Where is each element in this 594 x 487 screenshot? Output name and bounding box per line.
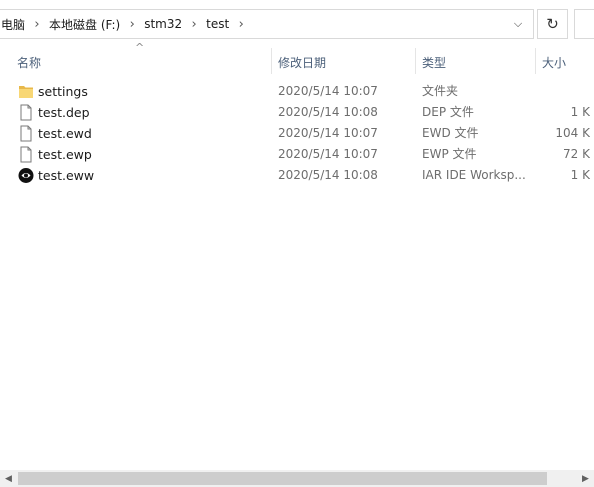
chevron-right-icon[interactable]: › xyxy=(231,17,251,32)
file-size xyxy=(540,81,590,102)
file-name: settings xyxy=(38,84,88,99)
horizontal-scrollbar[interactable]: ◀ ▶ xyxy=(0,470,594,487)
breadcrumb-item-test[interactable]: test xyxy=(204,17,231,31)
file-name: test.ewp xyxy=(38,147,92,162)
chevron-right-icon[interactable]: › xyxy=(184,17,204,32)
file-type: DEP 文件 xyxy=(422,105,474,119)
column-header-name-label: 名称 xyxy=(17,55,42,70)
file-row-test-ewp[interactable]: test.ewp 2020/5/14 10:07 EWP 文件 72 K xyxy=(0,144,594,165)
file-icon xyxy=(20,146,32,163)
chevron-right-icon[interactable]: › xyxy=(27,17,47,32)
file-date: 2020/5/14 10:07 xyxy=(278,126,378,140)
column-header-size-label: 大小 xyxy=(542,55,567,70)
column-header-date-label: 修改日期 xyxy=(278,55,327,70)
refresh-button[interactable]: ↻ xyxy=(537,9,568,39)
column-header-name[interactable]: 名称 xyxy=(17,47,267,77)
column-divider[interactable] xyxy=(271,48,272,74)
search-input[interactable] xyxy=(574,9,594,39)
file-size: 104 K xyxy=(555,126,590,140)
refresh-icon: ↻ xyxy=(546,15,559,33)
chevron-down-icon: ⌵ xyxy=(513,17,523,30)
scrollbar-thumb[interactable] xyxy=(18,472,547,485)
file-type: EWD 文件 xyxy=(422,126,479,140)
breadcrumb-item-stm32[interactable]: stm32 xyxy=(142,17,184,31)
file-date: 2020/5/14 10:08 xyxy=(278,168,378,182)
column-header-type[interactable]: 类型 xyxy=(422,47,532,77)
file-type: 文件夹 xyxy=(422,84,459,98)
scroll-right-icon[interactable]: ▶ xyxy=(577,470,594,487)
column-divider[interactable] xyxy=(415,48,416,74)
column-divider[interactable] xyxy=(535,48,536,74)
file-name: test.eww xyxy=(38,168,95,183)
folder-icon xyxy=(19,86,33,98)
file-icon xyxy=(20,104,32,121)
file-row-settings[interactable]: settings 2020/5/14 10:07 文件夹 xyxy=(0,81,594,102)
column-header-type-label: 类型 xyxy=(422,55,447,70)
address-bar[interactable]: 电脑 › 本地磁盘 (F:) › stm32 › test › ⌵ xyxy=(0,9,534,39)
file-size: 72 K xyxy=(563,147,590,161)
iar-workspace-icon xyxy=(18,168,34,183)
file-row-test-dep[interactable]: test.dep 2020/5/14 10:08 DEP 文件 1 K xyxy=(0,102,594,123)
breadcrumb: 电脑 › 本地磁盘 (F:) › stm32 › test › xyxy=(0,10,251,38)
file-size: 1 K xyxy=(570,168,590,182)
file-type: IAR IDE Worksp... xyxy=(422,168,526,182)
file-date: 2020/5/14 10:07 xyxy=(278,84,378,98)
chevron-right-icon[interactable]: › xyxy=(122,17,142,32)
file-size: 1 K xyxy=(570,105,590,119)
column-header-date[interactable]: 修改日期 xyxy=(278,47,408,77)
file-name: test.ewd xyxy=(38,126,92,141)
file-date: 2020/5/14 10:07 xyxy=(278,147,378,161)
file-type: EWP 文件 xyxy=(422,147,477,161)
file-name: test.dep xyxy=(38,105,90,120)
file-row-test-ewd[interactable]: test.ewd 2020/5/14 10:07 EWD 文件 104 K xyxy=(0,123,594,144)
scroll-left-icon[interactable]: ◀ xyxy=(0,470,17,487)
column-header-size[interactable]: 大小 xyxy=(542,47,592,77)
breadcrumb-item-pc[interactable]: 电脑 xyxy=(0,16,27,33)
file-row-test-eww[interactable]: test.eww 2020/5/14 10:08 IAR IDE Worksp.… xyxy=(0,165,594,186)
file-date: 2020/5/14 10:08 xyxy=(278,105,378,119)
address-history-button[interactable]: ⌵ xyxy=(503,10,533,38)
breadcrumb-item-drive[interactable]: 本地磁盘 (F:) xyxy=(47,16,122,33)
file-icon xyxy=(20,125,32,142)
